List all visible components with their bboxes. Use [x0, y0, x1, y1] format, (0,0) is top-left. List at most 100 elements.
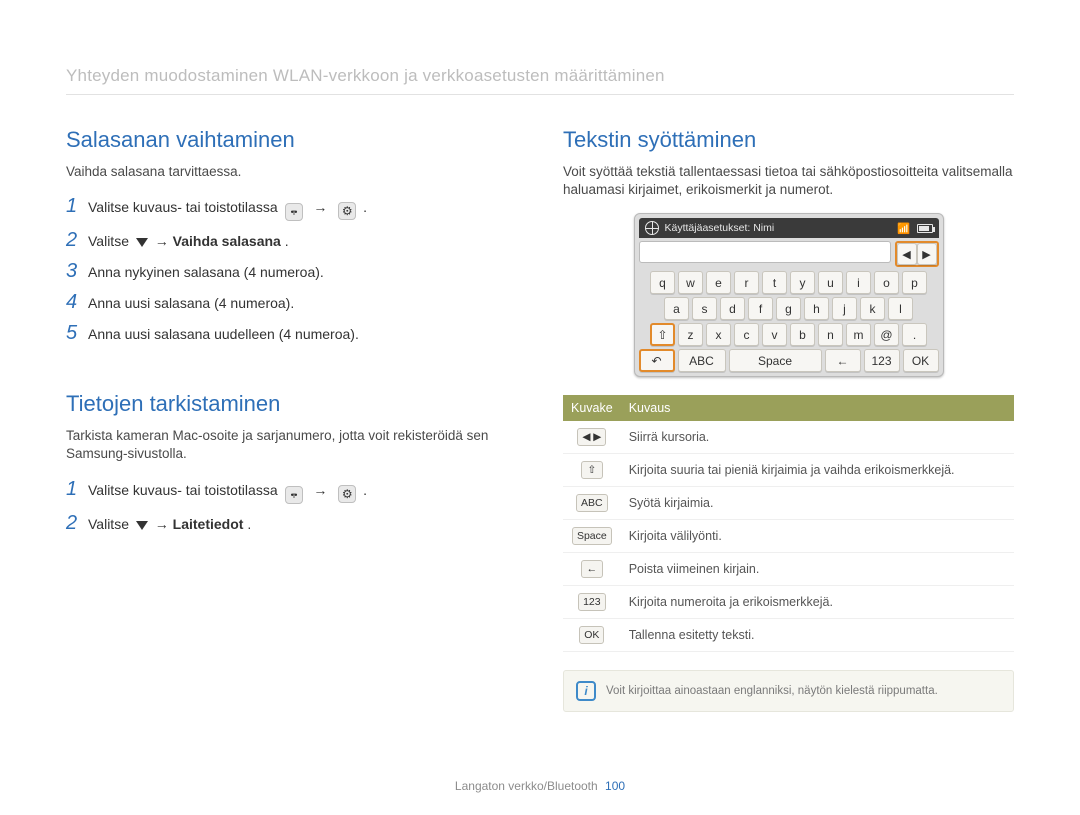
wifi-icon — [285, 486, 303, 504]
keyboard-key: . — [902, 323, 927, 346]
table-icon-cell: ◀ ▶ — [563, 421, 621, 454]
keyboard-key: k — [860, 297, 885, 320]
gear-icon — [338, 202, 356, 220]
step: 1 Valitse kuvaus- tai toistotilassa → . — [66, 195, 517, 221]
keyboard-row-bottom: ↶ ABC Space ← 123 OK — [639, 349, 939, 372]
chevron-down-icon — [136, 521, 148, 530]
keyboard-key: ⇧ — [650, 323, 675, 346]
step-number: 2 — [66, 512, 88, 535]
table-icon-cell: ← — [563, 553, 621, 586]
step-number: 1 — [66, 478, 88, 501]
keyboard-key: j — [832, 297, 857, 320]
steps-change-password: 1 Valitse kuvaus- tai toistotilassa → . … — [66, 195, 517, 345]
keyboard-backspace-key: ← — [825, 349, 861, 372]
keyboard-key: y — [790, 271, 815, 294]
step-text: Anna nykyinen salasana (4 numeroa). — [88, 264, 324, 280]
arrow-icon: → — [313, 199, 327, 215]
keyboard-key: w — [678, 271, 703, 294]
arrow-icon: → — [155, 516, 173, 532]
keyboard-text-field — [639, 241, 891, 263]
step-number: 4 — [66, 291, 88, 314]
keyboard-key: g — [776, 297, 801, 320]
page-section-header: Yhteyden muodostaminen WLAN-verkkoon ja … — [66, 66, 1014, 95]
wifi-icon — [285, 203, 303, 221]
step-text: Anna uusi salasana (4 numeroa). — [88, 295, 294, 311]
step-text: Valitse kuvaus- tai toistotilassa → . — [88, 482, 367, 504]
text: . — [363, 482, 367, 498]
keyboard-key: a — [664, 297, 689, 320]
table-desc-cell: Kirjoita numeroita ja erikoismerkkejä. — [621, 586, 1014, 619]
table-row: 123 Kirjoita numeroita ja erikoismerkkejä… — [563, 586, 1014, 619]
keyboard-illustration: Käyttäjäasetukset: Nimi 📶 ◀ ▶ — [563, 213, 1014, 377]
keyboard-abc-key: ABC — [678, 349, 726, 372]
keyboard-key: d — [720, 297, 745, 320]
text: Valitse — [88, 233, 133, 249]
cursor-right-key: ▶ — [917, 243, 937, 265]
keyboard-key: m — [846, 323, 871, 346]
text: Valitse — [88, 516, 133, 532]
keyboard-header-title: Käyttäjäasetukset: Nimi — [665, 222, 775, 234]
step: 3 Anna nykyinen salasana (4 numeroa). — [66, 260, 517, 283]
step: 1 Valitse kuvaus- tai toistotilassa → . — [66, 478, 517, 504]
bold-text: Vaihda salasana — [173, 233, 281, 249]
text: . — [363, 199, 367, 215]
step-number: 5 — [66, 322, 88, 345]
onscreen-keyboard: Käyttäjäasetukset: Nimi 📶 ◀ ▶ — [634, 213, 944, 377]
table-row: ⇧ Kirjoita suuria tai pieniä kirjaimia ja… — [563, 454, 1014, 487]
battery-icon — [917, 224, 933, 233]
info-icon: i — [576, 681, 596, 701]
note-text: Voit kirjoittaa ainoastaan englanniksi, … — [606, 685, 938, 697]
table-desc-cell: Poista viimeinen kirjain. — [621, 553, 1014, 586]
text: Valitse kuvaus- tai toistotilassa — [88, 482, 282, 498]
text: Valitse kuvaus- tai toistotilassa — [88, 199, 282, 215]
mini-key-icon: ◀ ▶ — [577, 428, 606, 446]
table-row: ◀ ▶ Siirrä kursoria. — [563, 421, 1014, 454]
step: 2 Valitse → Laitetiedot . — [66, 512, 517, 535]
table-row: ← Poista viimeinen kirjain. — [563, 553, 1014, 586]
keyboard-key: f — [748, 297, 773, 320]
wifi-indicator-icon: 📶 — [897, 222, 910, 235]
icon-description-table: Kuvake Kuvaus ◀ ▶Siirrä kursoria.⇧Kirjoi… — [563, 395, 1014, 652]
table-desc-cell: Siirrä kursoria. — [621, 421, 1014, 454]
keyboard-ok-key: OK — [903, 349, 939, 372]
step: 2 Valitse → Vaihda salasana . — [66, 229, 517, 252]
steps-device-info: 1 Valitse kuvaus- tai toistotilassa → . … — [66, 478, 517, 535]
keyboard-key: e — [706, 271, 731, 294]
page-footer: Langaton verkko/Bluetooth 100 — [0, 779, 1080, 793]
mini-key-icon: 123 — [578, 593, 606, 611]
cursor-keys-highlight: ◀ ▶ — [895, 241, 939, 267]
table-desc-cell: Syötä kirjaimia. — [621, 487, 1014, 520]
manual-page: Yhteyden muodostaminen WLAN-verkkoon ja … — [0, 0, 1080, 815]
table-desc-cell: Kirjoita suuria tai pieniä kirjaimia ja … — [621, 454, 1014, 487]
bold-text: Laitetiedot — [173, 516, 244, 532]
left-column: Salasanan vaihtaminen Vaihda salasana ta… — [66, 127, 517, 712]
mini-key-icon: Space — [572, 527, 612, 545]
keyboard-key: l — [888, 297, 913, 320]
table-icon-cell: 123 — [563, 586, 621, 619]
two-column-layout: Salasanan vaihtaminen Vaihda salasana ta… — [66, 127, 1014, 712]
keyboard-key: u — [818, 271, 843, 294]
table-icon-cell: OK — [563, 619, 621, 652]
keyboard-key: x — [706, 323, 731, 346]
table-icon-cell: ⇧ — [563, 454, 621, 487]
step-text: Valitse → Laitetiedot . — [88, 516, 251, 532]
table-row: Space Kirjoita välilyönti. — [563, 520, 1014, 553]
keyboard-key: o — [874, 271, 899, 294]
table-desc-cell: Kirjoita välilyönti. — [621, 520, 1014, 553]
table-row: ABCSyötä kirjaimia. — [563, 487, 1014, 520]
table-icon-cell: Space — [563, 520, 621, 553]
heading-change-password: Salasanan vaihtaminen — [66, 127, 517, 153]
keyboard-key: z — [678, 323, 703, 346]
right-column: Tekstin syöttäminen Voit syöttää tekstiä… — [563, 127, 1014, 712]
footer-page-number: 100 — [605, 779, 625, 793]
heading-device-info: Tietojen tarkistaminen — [66, 391, 517, 417]
chevron-down-icon — [136, 238, 148, 247]
keyboard-key: c — [734, 323, 759, 346]
mini-key-icon: ← — [581, 560, 603, 578]
step-text: Anna uusi salasana uudelleen (4 numeroa)… — [88, 326, 359, 342]
mini-key-icon: ⇧ — [581, 461, 603, 479]
keyboard-key: s — [692, 297, 717, 320]
globe-icon — [645, 221, 659, 235]
keyboard-key: t — [762, 271, 787, 294]
keyboard-row-2: asdfghjkl — [639, 297, 939, 320]
